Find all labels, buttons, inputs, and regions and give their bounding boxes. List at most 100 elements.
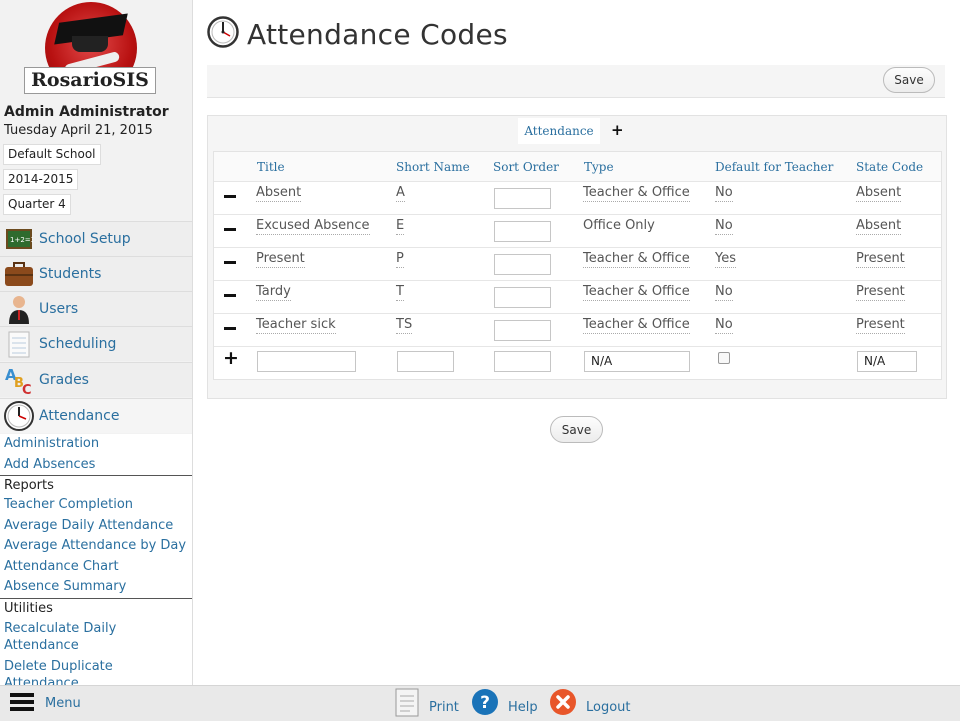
sort-order-input[interactable] [494, 287, 551, 308]
notepad-icon [4, 329, 34, 359]
user-icon [4, 294, 34, 324]
code-short-name[interactable]: P [396, 251, 404, 268]
sort-order-input[interactable] [494, 221, 551, 242]
logout-label: Logout [586, 700, 631, 715]
page-header: Attendance Codes [207, 16, 508, 52]
remove-icon[interactable] [224, 195, 236, 198]
code-state-code[interactable]: Present [856, 317, 905, 334]
menu-grades[interactable]: ABC Grades [0, 362, 192, 397]
user-name: Admin Administrator [4, 104, 169, 120]
column-header-state-code[interactable]: State Code [856, 160, 923, 174]
submenu-header-utilities: Utilities [0, 597, 192, 618]
code-title[interactable]: Excused Absence [256, 218, 370, 235]
print-icon [394, 687, 420, 721]
menu-label: Students [39, 266, 102, 282]
code-state-code[interactable]: Absent [856, 185, 902, 202]
logout-button[interactable]: Logout [549, 686, 631, 721]
code-default-for-teacher[interactable]: No [715, 185, 733, 202]
submenu-administration[interactable]: Administration [0, 434, 192, 455]
column-header-type[interactable]: Type [584, 160, 614, 174]
column-header-short-name[interactable]: Short Name [396, 160, 470, 174]
menu-attendance[interactable]: Attendance [0, 398, 192, 433]
menu-school-setup[interactable]: 1+2=3 School Setup [0, 221, 192, 256]
rosariosis-logo[interactable]: RosarioSIS [0, 0, 192, 100]
code-state-code[interactable]: Present [856, 284, 905, 301]
submenu-teacher-completion[interactable]: Teacher Completion [0, 495, 192, 516]
briefcase-icon [4, 259, 34, 289]
menu-users[interactable]: Users [0, 291, 192, 326]
new-default-for-teacher-checkbox[interactable] [718, 352, 730, 364]
add-tab-icon[interactable]: + [611, 121, 624, 139]
new-code-row: + N/A N/A [214, 346, 941, 378]
submenu-absence-summary[interactable]: Absence Summary [0, 577, 192, 598]
sort-order-input[interactable] [494, 320, 551, 341]
new-type-select[interactable]: N/A [584, 351, 690, 372]
menu-students[interactable]: Students [0, 256, 192, 291]
menu-toggle-button[interactable]: Menu [8, 686, 81, 721]
print-button[interactable]: Print [394, 686, 459, 721]
code-state-code[interactable]: Present [856, 251, 905, 268]
code-short-name[interactable]: TS [396, 317, 413, 334]
svg-text:?: ? [480, 693, 490, 713]
code-title[interactable]: Absent [256, 185, 302, 202]
code-type: Office Only [583, 218, 655, 233]
menu-label: School Setup [39, 231, 131, 247]
submenu-delete-duplicate-attendance[interactable]: Delete Duplicate Attendance [0, 656, 192, 686]
code-type[interactable]: Teacher & Office [583, 317, 690, 334]
save-button-top[interactable]: Save [883, 67, 935, 93]
svg-text:1+2=3: 1+2=3 [10, 236, 33, 244]
save-button-bottom[interactable]: Save [550, 416, 603, 443]
code-short-name[interactable]: A [396, 185, 405, 202]
column-header-sort-order[interactable]: Sort Order [493, 160, 559, 174]
menu-label: Attendance [39, 408, 120, 424]
remove-icon[interactable] [224, 294, 236, 297]
submenu-recalculate-daily-attendance[interactable]: Recalculate Daily Attendance [0, 618, 192, 656]
sidebar: RosarioSIS Admin Administrator Tuesday A… [0, 0, 193, 685]
code-default-for-teacher[interactable]: No [715, 284, 733, 301]
marking-period-select[interactable]: Quarter 4 [3, 194, 71, 215]
help-button[interactable]: ? Help [471, 686, 538, 721]
code-title[interactable]: Teacher sick [256, 317, 336, 334]
clock-icon [207, 16, 239, 52]
code-short-name[interactable]: E [396, 218, 405, 235]
submenu-average-attendance-by-day[interactable]: Average Attendance by Day [0, 536, 192, 557]
school-select[interactable]: Default School [3, 144, 101, 165]
sort-order-input[interactable] [494, 188, 551, 209]
submenu-average-daily-attendance[interactable]: Average Daily Attendance [0, 516, 192, 537]
new-short-name-input[interactable] [397, 351, 454, 372]
submenu-add-absences[interactable]: Add Absences [0, 455, 192, 476]
remove-icon[interactable] [224, 327, 236, 330]
code-default-for-teacher[interactable]: No [715, 218, 733, 235]
hamburger-icon [8, 690, 36, 718]
code-default-for-teacher[interactable]: Yes [715, 251, 736, 268]
submenu-attendance-chart[interactable]: Attendance Chart [0, 557, 192, 578]
table-row: Absent A Teacher & Office No Absent [214, 181, 941, 215]
tab-attendance[interactable]: Attendance [518, 118, 600, 144]
top-toolbar: Save [207, 65, 945, 98]
code-title[interactable]: Tardy [256, 284, 291, 301]
column-header-default-for-teacher[interactable]: Default for Teacher [715, 160, 833, 174]
table-row: Present P Teacher & Office Yes Present [214, 247, 941, 281]
help-icon: ? [471, 688, 499, 720]
code-type[interactable]: Teacher & Office [583, 284, 690, 301]
new-sort-order-input[interactable] [494, 351, 551, 372]
remove-icon[interactable] [224, 261, 236, 264]
menu-scheduling[interactable]: Scheduling [0, 326, 192, 361]
logo-text: RosarioSIS [24, 67, 156, 94]
new-state-code-select[interactable]: N/A [857, 351, 917, 372]
code-default-for-teacher[interactable]: No [715, 317, 733, 334]
column-header-title[interactable]: Title [257, 160, 285, 174]
table-row: Teacher sick TS Teacher & Office No Pres… [214, 313, 941, 347]
code-title[interactable]: Present [256, 251, 305, 268]
code-state-code[interactable]: Absent [856, 218, 902, 235]
code-type[interactable]: Teacher & Office [583, 185, 690, 202]
add-icon[interactable]: + [223, 347, 239, 369]
school-year-select[interactable]: 2014-2015 [3, 169, 79, 190]
clock-icon [4, 401, 34, 431]
code-type[interactable]: Teacher & Office [583, 251, 690, 268]
code-short-name[interactable]: T [396, 284, 404, 301]
remove-icon[interactable] [224, 228, 236, 231]
menu-label: Scheduling [39, 336, 117, 352]
sort-order-input[interactable] [494, 254, 551, 275]
new-title-input[interactable] [257, 351, 356, 372]
